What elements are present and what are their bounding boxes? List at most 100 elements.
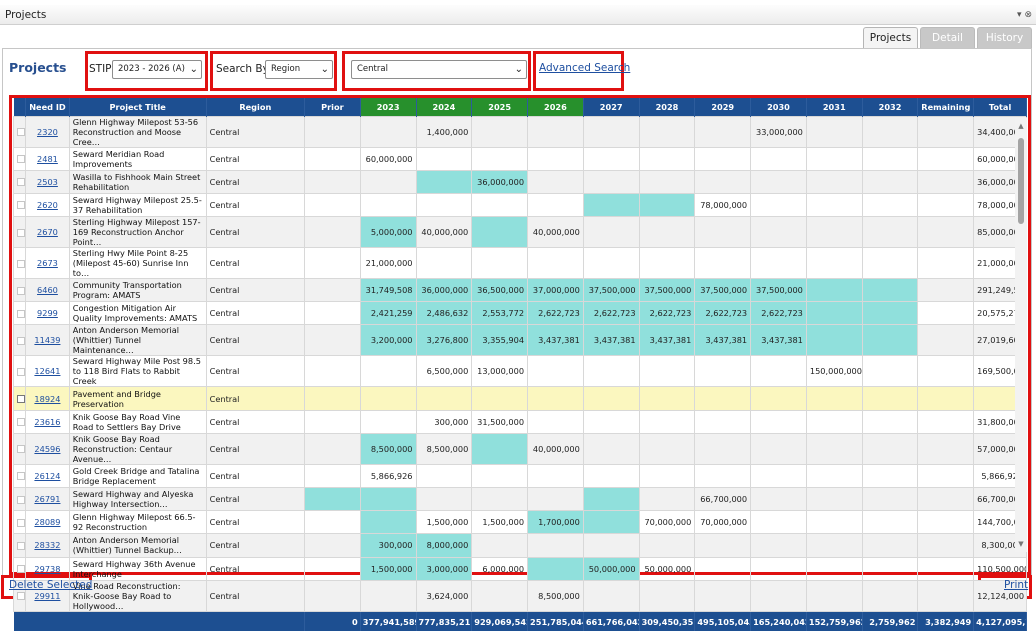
- need-id-link[interactable]: 26124: [34, 471, 60, 481]
- column-header[interactable]: Need ID: [25, 98, 70, 116]
- print-link[interactable]: Print: [1004, 579, 1028, 591]
- row-checkbox-cell[interactable]: [12, 533, 27, 558]
- row-checkbox-cell[interactable]: [12, 146, 27, 171]
- row-checkbox[interactable]: [17, 228, 25, 237]
- table-row[interactable]: 9299 Congestion Mitigation Air Quality Im…: [12, 301, 1027, 326]
- need-id-link[interactable]: 26791: [34, 494, 60, 504]
- row-checkbox[interactable]: [17, 495, 25, 504]
- row-checkbox[interactable]: [17, 592, 25, 601]
- column-header[interactable]: 2031: [806, 98, 863, 116]
- row-checkbox[interactable]: [17, 565, 25, 574]
- row-checkbox[interactable]: [17, 541, 25, 550]
- row-checkbox[interactable]: [17, 178, 25, 187]
- row-checkbox[interactable]: [17, 286, 25, 295]
- table-row[interactable]: 12641 Seward Highway Mile Post 98.5 to 11…: [12, 355, 1027, 388]
- panel-menu-icon[interactable]: ▾: [1017, 10, 1022, 20]
- need-id-link[interactable]: 23616: [34, 417, 60, 427]
- column-header[interactable]: Region: [206, 98, 305, 116]
- table-row[interactable]: 2320 Glenn Highway Milepost 53-56 Reconst…: [12, 115, 1027, 148]
- row-checkbox-cell[interactable]: [12, 556, 27, 581]
- row-checkbox-cell[interactable]: [12, 301, 27, 326]
- table-row[interactable]: 23616 Knik Goose Bay Road Vine Road to Se…: [12, 409, 1027, 434]
- table-row[interactable]: 18924 Pavement and Bridge Preservation Cen…: [12, 386, 1027, 411]
- column-header[interactable]: Remaining: [917, 98, 975, 116]
- table-row[interactable]: 24596 Knik Goose Bay Road Reconstruction:…: [12, 432, 1027, 465]
- table-row[interactable]: 29911 Vine Road Reconstruction: Knik-Goos…: [12, 579, 1027, 612]
- row-checkbox-cell[interactable]: [12, 115, 27, 148]
- column-header[interactable]: Project Title: [69, 98, 207, 116]
- column-header[interactable]: Prior: [304, 98, 361, 116]
- row-checkbox-cell[interactable]: [12, 486, 27, 512]
- row-checkbox[interactable]: [17, 418, 25, 427]
- row-checkbox-cell[interactable]: [12, 216, 27, 249]
- need-id-link[interactable]: 24596: [34, 444, 60, 454]
- row-checkbox-cell[interactable]: [12, 409, 27, 434]
- table-row[interactable]: 2670 Sterling Highway Milepost 157-169 Re…: [12, 216, 1027, 249]
- need-id-link[interactable]: 12641: [34, 366, 60, 376]
- column-header[interactable]: Total: [973, 98, 1027, 116]
- row-checkbox[interactable]: [17, 472, 25, 481]
- need-id-link[interactable]: 2481: [37, 154, 58, 164]
- need-id-link[interactable]: 2320: [37, 127, 58, 137]
- need-id-link[interactable]: 2670: [37, 227, 58, 237]
- table-row[interactable]: 26124 Gold Creek Bridge and Tatalina Brid…: [12, 463, 1027, 489]
- table-row[interactable]: 26791 Seward Highway and Alyeska Highway …: [12, 486, 1027, 512]
- row-checkbox[interactable]: [17, 201, 25, 210]
- table-row[interactable]: 2481 Seward Meridian Road Improvements Cen…: [12, 146, 1027, 171]
- table-row[interactable]: 6460 Community Transportation Program: AM…: [12, 278, 1027, 303]
- row-checkbox-cell[interactable]: [12, 247, 27, 280]
- need-id-link[interactable]: 6460: [37, 285, 58, 295]
- column-header[interactable]: 2025: [471, 98, 529, 116]
- row-checkbox[interactable]: [17, 155, 25, 164]
- table-row[interactable]: 2673 Sterling Hwy Mile Point 8-25 (Milepo…: [12, 247, 1027, 280]
- tab-detail[interactable]: Detail: [920, 27, 975, 48]
- need-id-link[interactable]: 28332: [34, 540, 60, 550]
- row-checkbox-cell[interactable]: [12, 463, 27, 489]
- tab-history[interactable]: History: [977, 27, 1032, 48]
- column-header[interactable]: 2028: [639, 98, 696, 116]
- need-id-link[interactable]: 29911: [34, 591, 60, 601]
- row-checkbox-cell[interactable]: [12, 278, 27, 303]
- table-row[interactable]: 28089 Glenn Highway Milepost 66.5-92 Reco…: [12, 510, 1027, 535]
- row-checkbox-cell[interactable]: [12, 510, 27, 535]
- scroll-thumb[interactable]: [1018, 138, 1024, 224]
- scroll-down-icon[interactable]: ▼: [1015, 538, 1027, 550]
- table-row[interactable]: 11439 Anton Anderson Memorial (Whittier) …: [12, 324, 1027, 357]
- scroll-up-icon[interactable]: ▲: [1015, 120, 1027, 132]
- need-id-link[interactable]: 18924: [34, 394, 60, 404]
- need-id-link[interactable]: 9299: [37, 308, 58, 318]
- row-checkbox[interactable]: [17, 445, 25, 454]
- row-checkbox[interactable]: [17, 259, 25, 268]
- need-id-link[interactable]: 28089: [34, 517, 60, 527]
- row-checkbox[interactable]: [17, 367, 25, 376]
- column-header[interactable]: 2023: [360, 98, 417, 116]
- advanced-search-link[interactable]: Advanced Search: [539, 62, 630, 74]
- need-id-link[interactable]: 2620: [37, 200, 58, 210]
- row-checkbox-cell[interactable]: [12, 324, 27, 357]
- column-header[interactable]: 2032: [862, 98, 919, 116]
- table-row[interactable]: 2503 Wasilla to Fishhook Main Street Reha…: [12, 169, 1027, 194]
- column-header[interactable]: 2029: [694, 98, 752, 116]
- need-id-link[interactable]: 2673: [37, 258, 58, 268]
- stip-select[interactable]: 2023 - 2026 (A) ⌄: [112, 60, 202, 79]
- delete-selected-link[interactable]: Delete Selected: [9, 579, 92, 591]
- column-header[interactable]: 2030: [750, 98, 807, 116]
- need-id-link[interactable]: 2503: [37, 177, 58, 187]
- row-checkbox-cell[interactable]: [12, 386, 27, 411]
- row-checkbox[interactable]: [17, 336, 25, 345]
- tab-projects[interactable]: Projects: [863, 27, 918, 48]
- column-header[interactable]: 2024: [416, 98, 473, 116]
- table-row[interactable]: 28332 Anton Anderson Memorial (Whittier) …: [12, 533, 1027, 558]
- grid-scrollbar[interactable]: ▲ ▼: [1015, 118, 1027, 552]
- row-checkbox[interactable]: [17, 128, 25, 136]
- row-checkbox-cell[interactable]: [12, 355, 27, 388]
- search-by-select[interactable]: Region ⌄: [265, 60, 333, 79]
- row-checkbox[interactable]: [17, 395, 25, 404]
- row-checkbox-cell[interactable]: [12, 169, 27, 194]
- region-select[interactable]: Central ⌄: [351, 60, 527, 79]
- row-checkbox[interactable]: [17, 309, 25, 318]
- row-checkbox-cell[interactable]: [12, 432, 27, 465]
- column-header[interactable]: 2026: [527, 98, 584, 116]
- row-checkbox[interactable]: [17, 518, 25, 527]
- need-id-link[interactable]: 11439: [34, 335, 60, 345]
